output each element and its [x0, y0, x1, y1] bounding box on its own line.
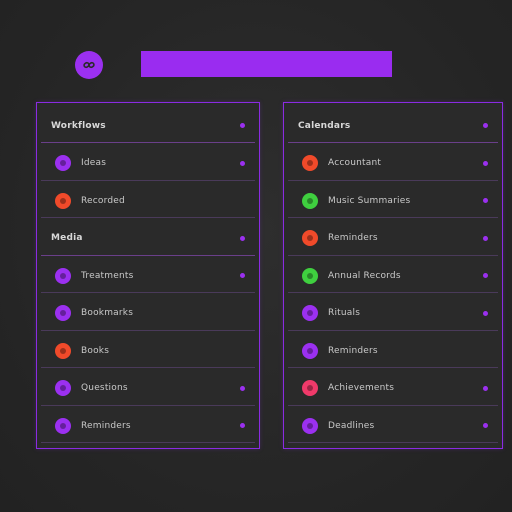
- list-item[interactable]: Rituals: [288, 297, 498, 331]
- item-icon: [55, 305, 71, 321]
- list-item-label: Reminders: [328, 233, 378, 243]
- list-item[interactable]: Ideas: [41, 147, 255, 181]
- list-item[interactable]: Recorded: [41, 184, 255, 218]
- list-item[interactable]: Annual Records: [288, 259, 498, 293]
- status-dot: [483, 273, 488, 278]
- app-window: Workflows Ideas Recorded Media Treatments Boo…: [0, 0, 512, 512]
- list-item[interactable]: Reminders: [288, 222, 498, 256]
- list-item-label: Accountant: [328, 158, 382, 168]
- status-dot: [483, 310, 488, 316]
- item-icon: [55, 380, 71, 396]
- status-dot: [483, 385, 488, 391]
- item-icon: [302, 267, 318, 284]
- list-item[interactable]: Deadlines: [288, 409, 498, 443]
- list-item-label: Music Summaries: [328, 195, 411, 206]
- list-item-label: Recorded: [81, 195, 125, 206]
- list-item-label: Rituals: [328, 308, 361, 318]
- status-dot: [240, 235, 245, 241]
- list-item-label: Annual Records: [328, 270, 401, 281]
- list-item[interactable]: Questions: [41, 372, 255, 406]
- list-item-label: Questions: [81, 383, 128, 393]
- item-icon: [302, 417, 318, 434]
- list-item[interactable]: Accountant: [288, 147, 498, 181]
- list-item-label: Treatments: [81, 270, 134, 281]
- list-item[interactable]: Reminders: [41, 409, 255, 443]
- item-icon: [302, 342, 318, 359]
- list-item-label: Bookmarks: [81, 308, 134, 318]
- section-header-label: Calendars: [298, 120, 351, 131]
- list-item-label: Books: [81, 345, 110, 356]
- list-item[interactable]: Reminders: [288, 334, 498, 368]
- status-dot: [240, 273, 245, 278]
- status-dot: [483, 235, 488, 241]
- status-dot: [483, 160, 488, 166]
- section-header-label: Workflows: [51, 120, 106, 131]
- item-icon: [55, 155, 71, 171]
- list-item-label: Achievements: [328, 383, 395, 393]
- link-icon: [81, 57, 97, 73]
- status-dot: [483, 123, 488, 128]
- list-item-label: Ideas: [81, 158, 107, 168]
- list-item[interactable]: Bookmarks: [41, 297, 255, 331]
- status-dot: [240, 123, 245, 128]
- section-header-label: Media: [51, 233, 83, 243]
- item-icon: [302, 305, 318, 321]
- item-icon: [302, 380, 318, 396]
- item-icon: [302, 192, 318, 209]
- header-title-bar: [141, 51, 392, 77]
- item-icon: [55, 192, 71, 209]
- list-item[interactable]: Treatments: [41, 259, 255, 293]
- left-panel: Workflows Ideas Recorded Media Treatments Boo…: [36, 102, 260, 449]
- list-item[interactable]: Achievements: [288, 372, 498, 406]
- list-item-label: Reminders: [328, 345, 378, 356]
- list-item[interactable]: Music Summaries: [288, 184, 498, 218]
- item-icon: [55, 342, 71, 359]
- item-icon: [302, 155, 318, 171]
- item-icon: [55, 267, 71, 284]
- item-icon: [55, 417, 71, 434]
- status-dot: [483, 198, 488, 203]
- list-item-label: Reminders: [81, 420, 131, 431]
- logo[interactable]: [75, 51, 103, 79]
- list-item-label: Deadlines: [328, 420, 375, 431]
- section-header[interactable]: Workflows: [41, 109, 255, 143]
- status-dot: [240, 423, 245, 428]
- item-icon: [302, 230, 318, 246]
- status-dot: [240, 385, 245, 391]
- right-panel: Calendars Accountant Music Summaries Remind…: [283, 102, 503, 449]
- section-header[interactable]: Media: [41, 222, 255, 256]
- status-dot: [483, 423, 488, 428]
- status-dot: [240, 160, 245, 166]
- list-item[interactable]: Books: [41, 334, 255, 368]
- section-header[interactable]: Calendars: [288, 109, 498, 143]
